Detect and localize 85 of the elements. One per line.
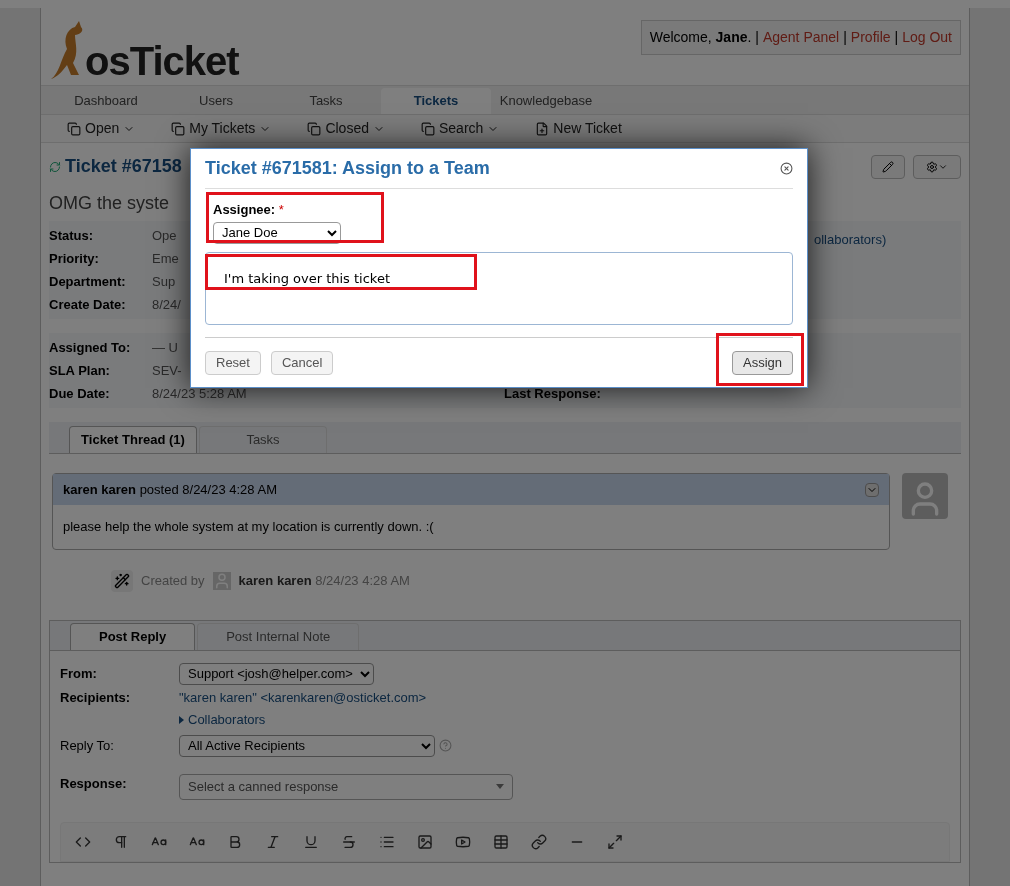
required-mark: * xyxy=(278,202,284,217)
field-value: — U xyxy=(152,338,178,357)
dialog-button[interactable]: Cancel xyxy=(270,350,334,375)
editor-tool-icon[interactable] xyxy=(531,833,547,850)
reply-tab[interactable]: Post Reply xyxy=(70,622,196,650)
separator-text: | xyxy=(894,28,899,47)
nav-tab[interactable]: Knowledgebase xyxy=(491,88,601,114)
field-label: Response: xyxy=(60,774,128,793)
kangaroo-icon xyxy=(49,19,85,81)
dropdown-icon[interactable] xyxy=(865,482,879,497)
triangle-icon xyxy=(179,715,184,724)
thread-tab[interactable]: Tasks xyxy=(199,426,327,453)
dialog-title: Ticket #671581: Assign to a Team xyxy=(205,157,490,180)
field-label: Status: xyxy=(49,226,95,245)
field-label: From: xyxy=(60,664,98,683)
field-value: 8/24/ xyxy=(152,295,181,314)
collaborators-text: ollaborators) xyxy=(814,232,887,247)
settings-button[interactable] xyxy=(913,154,961,179)
header-link[interactable]: Profile xyxy=(850,27,891,48)
dialog-button[interactable]: Reset xyxy=(205,350,261,375)
nav-tab[interactable]: Dashboard xyxy=(51,88,161,114)
reply-to-select[interactable]: All Active Recipients xyxy=(179,734,435,757)
subnav-item[interactable]: New Ticket xyxy=(535,118,622,139)
field-label: Assigned To: xyxy=(49,338,132,357)
post-header: karen karen posted 8/24/23 4:28 AM xyxy=(63,480,277,499)
reply-tab[interactable]: Post Internal Note xyxy=(197,622,360,650)
edit-button[interactable] xyxy=(871,154,905,179)
copy-icon xyxy=(307,121,322,136)
welcome-text: Welcome, Jane. | xyxy=(649,28,759,47)
editor-tool-icon[interactable] xyxy=(113,833,129,850)
ticket-title: Ticket #67158 xyxy=(65,155,182,178)
header-link[interactable]: Agent Panel xyxy=(762,27,840,48)
new-file-icon xyxy=(535,121,550,136)
avatar-icon xyxy=(212,571,231,590)
header-link[interactable]: Log Out xyxy=(902,27,952,48)
assign-button[interactable]: Assign xyxy=(731,350,793,375)
field-value: Sup xyxy=(152,272,176,291)
field-value: Eme xyxy=(152,249,179,268)
field-label: Due Date: xyxy=(49,384,111,403)
close-icon[interactable] xyxy=(780,162,793,175)
copy-icon xyxy=(171,121,186,136)
avatar-icon xyxy=(902,473,948,519)
field-value: 8/24/23 5:28 AM xyxy=(152,384,247,403)
field-label: Reply To: xyxy=(60,736,115,755)
logo-text: osTicket xyxy=(85,41,239,81)
field-label: Assignee: xyxy=(213,202,276,217)
field-label: Department: xyxy=(49,272,127,291)
collaborators-toggle[interactable]: Collaborators xyxy=(179,710,266,730)
ticket-subject: OMG the syste xyxy=(49,192,170,215)
subnav-item[interactable]: Search xyxy=(420,118,500,139)
edit-icon xyxy=(882,160,894,173)
separator-text: | xyxy=(843,28,847,47)
post-body: please help the whole system at my location is currently down. :( xyxy=(62,518,435,536)
recipients-text: "karen karen" <karenkaren@osticket.com> xyxy=(179,688,427,707)
field-value: Ope xyxy=(152,226,177,245)
editor-tool-icon[interactable] xyxy=(303,833,319,850)
nav-tab[interactable]: Users xyxy=(161,88,271,114)
subnav-item[interactable]: Closed xyxy=(307,118,385,139)
editor-tool-icon[interactable] xyxy=(227,833,243,850)
editor-tool-icon[interactable] xyxy=(265,833,281,850)
field-label: Recipients: xyxy=(60,688,132,707)
copy-icon xyxy=(67,121,81,136)
field-label: Priority: xyxy=(49,249,100,268)
editor-tool-icon[interactable] xyxy=(493,833,509,850)
subnav-item[interactable]: Open xyxy=(67,118,136,139)
nav-tab[interactable]: Tickets xyxy=(381,88,491,114)
copy-icon xyxy=(420,121,435,136)
field-value: SEV- xyxy=(152,361,182,380)
event-prefix: Created by xyxy=(141,571,205,590)
canned-response-select[interactable]: Select a canned response xyxy=(179,773,513,800)
thread-tab[interactable]: Ticket Thread (1) xyxy=(69,426,197,453)
subnav-item[interactable]: My Tickets xyxy=(171,118,272,139)
field-label: Last Response: xyxy=(504,384,601,403)
editor-tool-icon[interactable] xyxy=(417,833,433,850)
editor-tool-icon[interactable] xyxy=(607,833,623,850)
caret-icon xyxy=(496,784,504,789)
nav-tab[interactable]: Tasks xyxy=(271,88,381,114)
wand-icon xyxy=(111,569,133,592)
field-label: SLA Plan: xyxy=(49,361,111,380)
editor-tool-icon[interactable] xyxy=(341,833,357,850)
gear-icon xyxy=(926,160,938,173)
event-text: karen karen 8/24/23 4:28 AM xyxy=(238,571,410,590)
field-label: Create Date: xyxy=(49,295,127,314)
assignee-select[interactable]: Jane Doe xyxy=(213,221,341,244)
from-select[interactable]: Support <josh@helper.com> xyxy=(179,662,374,685)
